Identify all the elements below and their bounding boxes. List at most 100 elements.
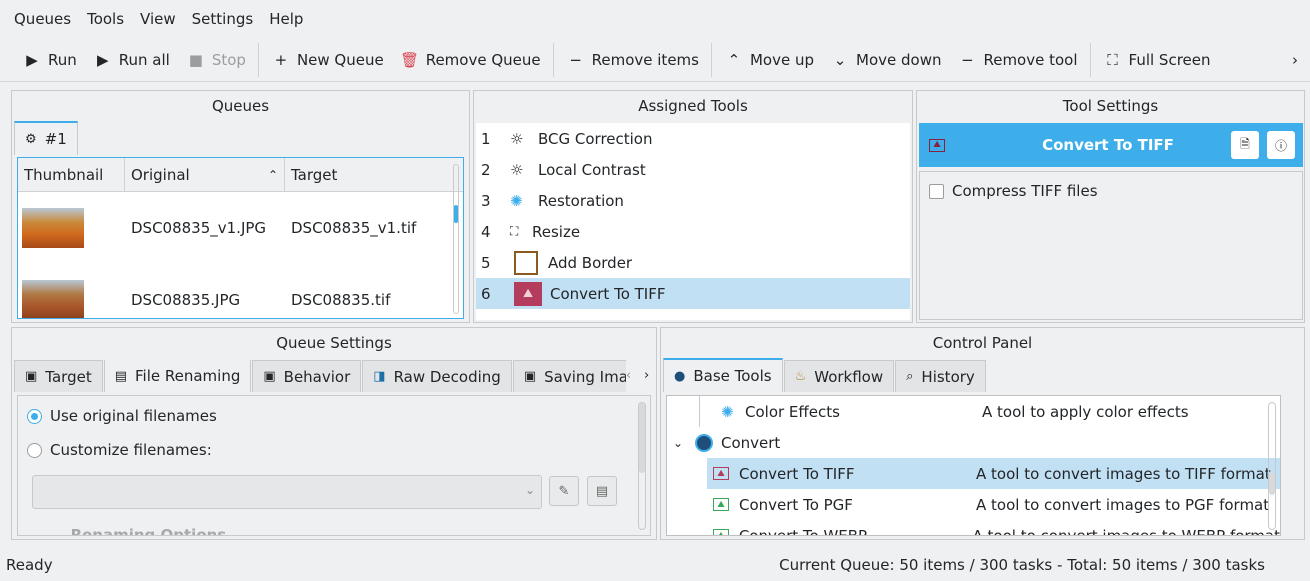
new-queue-label: New Queue: [296, 50, 384, 69]
column-target[interactable]: Target: [285, 158, 463, 191]
list-item[interactable]: 2 ☼ Local Contrast: [476, 154, 910, 185]
scrollbar-thumb[interactable]: [454, 205, 458, 223]
scrollbar-thumb[interactable]: [1269, 473, 1275, 495]
use-original-radio[interactable]: [27, 408, 42, 424]
tab-history[interactable]: ⌕ History: [895, 360, 986, 392]
queue-scrollbar[interactable]: [453, 164, 459, 314]
chevron-down-icon: ⌄: [833, 50, 847, 69]
list-item[interactable]: 4 ⛶ Resize: [476, 216, 910, 247]
brightness-icon: ☼: [510, 129, 524, 148]
webp-image-icon: ⛰: [713, 529, 729, 535]
search-icon: ⌕: [906, 369, 914, 384]
customize-label: Customize filenames:: [50, 441, 212, 459]
tool-settings-title: Tool Settings: [1062, 97, 1159, 115]
tab-behavior[interactable]: ▣ Behavior: [252, 360, 362, 392]
column-thumbnail[interactable]: Thumbnail: [18, 158, 125, 191]
tree-row[interactable]: ⛰ Convert To PGF A tool to convert image…: [707, 489, 1280, 520]
settings-scrollbar[interactable]: [638, 402, 646, 530]
tree-row-selected[interactable]: ⛰ Convert To TIFF A tool to convert imag…: [707, 458, 1280, 489]
chevron-down-icon: ⌄: [524, 483, 535, 497]
remove-tool-button[interactable]: − Remove tool: [949, 44, 1085, 76]
tree-row-name: Convert To TIFF: [739, 464, 855, 483]
toolbar-overflow-button[interactable]: ›: [1284, 44, 1306, 76]
tool-settings-name: Convert To TIFF: [1042, 136, 1174, 154]
row-target: DSC08835.tif: [291, 291, 391, 309]
tree-row[interactable]: ✺ Color Effects A tool to apply color ef…: [667, 396, 1280, 427]
run-all-button[interactable]: ▶ Run all: [85, 44, 178, 76]
tab-saving-images-label: Saving Imag: [544, 367, 626, 386]
menu-tools[interactable]: Tools: [79, 10, 132, 28]
use-original-label: Use original filenames: [50, 407, 217, 425]
remove-items-label: Remove items: [591, 50, 699, 69]
menu-view[interactable]: View: [132, 10, 184, 28]
table-row[interactable]: DSC08835.JPG DSC08835.tif: [18, 264, 463, 318]
raw-icon: ◨: [373, 369, 386, 384]
tree-group-convert[interactable]: ⌄ Convert: [667, 427, 1280, 458]
status-ready: Ready: [6, 555, 53, 574]
list-item[interactable]: 3 ✺ Restoration: [476, 185, 910, 216]
menu-bar: Queues Tools View Settings Help: [0, 0, 1310, 38]
list-item[interactable]: 1 ☼ BCG Correction: [476, 123, 910, 154]
control-panel: Control Panel ● Base Tools ♨ Workflow ⌕ His…: [660, 327, 1305, 540]
customize-radio[interactable]: [27, 442, 42, 458]
menu-help[interactable]: Help: [261, 10, 311, 28]
row-original: DSC08835.JPG: [131, 291, 241, 309]
tab-scroll-right[interactable]: ›: [644, 368, 649, 383]
move-down-button[interactable]: ⌄ Move down: [822, 44, 949, 76]
tab-saving-images[interactable]: ▣ Saving Imag: [512, 360, 626, 392]
save-icon: ▣: [523, 369, 537, 384]
item-label: Convert To TIFF: [550, 284, 666, 303]
tab-workflow[interactable]: ♨ Workflow: [783, 360, 895, 392]
move-up-button[interactable]: ⌃ Move up: [716, 44, 822, 76]
tab-raw-decoding[interactable]: ◨ Raw Decoding: [362, 360, 512, 392]
edit-pattern-button[interactable]: ✎: [549, 476, 579, 506]
item-label: Restoration: [538, 191, 624, 210]
tree-row-name: Convert To PGF: [739, 495, 853, 514]
item-label: BCG Correction: [538, 129, 653, 148]
item-label: Add Border: [548, 253, 633, 272]
run-label: Run: [48, 50, 77, 69]
document-icon-button[interactable]: 🗎: [1231, 131, 1259, 159]
filename-pattern-combo[interactable]: ⌄: [32, 475, 542, 509]
file-renaming-page: Use original filenames Customize filenam…: [17, 395, 651, 536]
chevron-down-icon: ⌄: [38, 526, 51, 536]
tab-target[interactable]: ▣ Target: [14, 360, 103, 392]
stop-icon: ■: [188, 50, 203, 69]
rename-icon: ▤: [114, 368, 127, 384]
stop-button[interactable]: ■ Stop: [178, 44, 254, 76]
menu-queues[interactable]: Queues: [6, 10, 79, 28]
menu-settings[interactable]: Settings: [184, 10, 262, 28]
tab-queue-1[interactable]: ⚙ #1: [14, 121, 78, 155]
tab-file-renaming[interactable]: ▤ File Renaming: [103, 360, 252, 392]
border-icon: [514, 250, 538, 275]
tab-base-tools-label: Base Tools: [693, 367, 772, 385]
tiff-image-icon: ⛰: [713, 467, 729, 480]
full-screen-button[interactable]: ⛶ Full Screen: [1095, 44, 1219, 76]
scrollbar-thumb[interactable]: [639, 403, 645, 473]
run-button[interactable]: ▶ Run: [14, 44, 85, 76]
renaming-options-section[interactable]: ⌄ Renaming Options: [38, 526, 226, 536]
remove-queue-button[interactable]: 🗑 Remove Queue: [392, 44, 549, 76]
list-item-selected[interactable]: 6 ⛰ Convert To TIFF: [476, 278, 910, 309]
pattern-help-button[interactable]: ▤: [587, 476, 617, 506]
tree-row-name: Color Effects: [745, 402, 840, 421]
tree-row[interactable]: ⛰ Convert To WEBP A tool to convert imag…: [707, 520, 1280, 535]
table-row[interactable]: DSC08835_v1.JPG DSC08835_v1.tif: [18, 192, 463, 264]
convert-group-icon: [695, 433, 713, 452]
new-queue-button[interactable]: + New Queue: [263, 44, 392, 76]
tab-base-tools[interactable]: ● Base Tools: [663, 358, 783, 392]
compress-tiff-option[interactable]: Compress TIFF files: [920, 172, 1302, 200]
tool-settings-body: Compress TIFF files: [919, 171, 1303, 320]
use-original-option[interactable]: Use original filenames: [18, 396, 650, 425]
list-item[interactable]: 5 Add Border: [476, 247, 910, 278]
remove-items-button[interactable]: − Remove items: [558, 44, 707, 76]
column-original[interactable]: Original ⌃: [125, 158, 285, 191]
info-icon-button[interactable]: ⓘ: [1267, 131, 1295, 159]
resize-icon: ⛶: [510, 224, 519, 238]
compress-checkbox[interactable]: [929, 183, 944, 199]
item-number: 6: [481, 284, 491, 303]
tree-scrollbar[interactable]: [1268, 402, 1276, 530]
customize-option[interactable]: Customize filenames:: [18, 425, 650, 459]
tree-row-desc: A tool to apply color effects: [982, 402, 1189, 421]
tab-scroll-left[interactable]: ‹: [626, 368, 631, 383]
